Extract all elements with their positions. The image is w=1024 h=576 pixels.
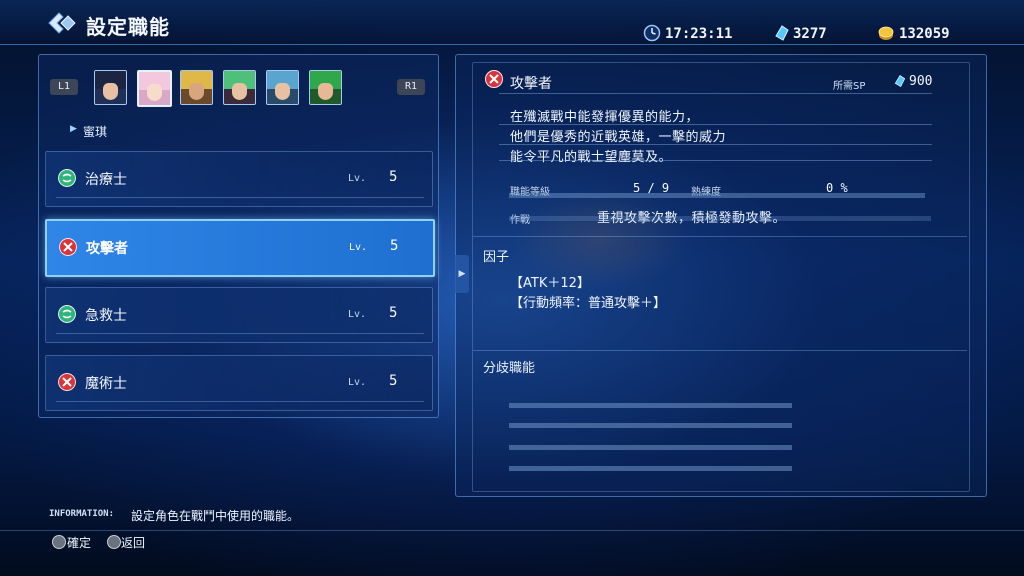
level-label: Lv.: [348, 173, 367, 184]
row-divider: [56, 197, 424, 198]
information-tag: INFORMATION:: [49, 509, 115, 519]
level-label: Lv.: [349, 242, 368, 253]
row-divider: [56, 401, 424, 402]
character-portrait-6[interactable]: [309, 70, 342, 105]
detail-job-title: 攻擊者: [510, 76, 552, 92]
back-label[interactable]: 返回: [121, 534, 145, 551]
branch-jobs-heading: 分歧職能: [483, 361, 536, 376]
attack-icon: [485, 70, 503, 88]
play-time: 17:23:11: [665, 26, 733, 42]
clock-icon: [643, 24, 661, 42]
level-label: Lv.: [348, 309, 367, 320]
job-row-magician[interactable]: 魔術士 Lv. 5: [45, 355, 433, 411]
character-portrait-2[interactable]: [137, 70, 172, 107]
description-line: 他們是優秀的近戰英雄，一擊的威力: [510, 130, 727, 145]
attack-icon: [59, 238, 77, 256]
job-row-attacker[interactable]: 攻擊者 Lv. 5: [45, 219, 435, 277]
gold-count: 132059: [899, 26, 950, 42]
gold-coin-icon: [878, 26, 894, 40]
description-line: 在殲滅戰中能發揮優異的能力，: [510, 110, 700, 125]
l1-button[interactable]: L1: [50, 79, 78, 95]
tactic-underline-bar: [509, 216, 931, 221]
information-text: 設定角色在戰鬥中使用的職能。: [131, 509, 300, 523]
row-divider: [56, 333, 424, 334]
branch-job-slot-empty: [509, 423, 792, 428]
diamond-menu-icon: [48, 12, 76, 34]
page-title: 設定職能: [86, 15, 170, 39]
underline: [499, 124, 932, 125]
attack-icon: [58, 373, 76, 391]
job-name: 攻擊者: [86, 241, 128, 257]
level-label: Lv.: [348, 377, 367, 388]
confirm-label[interactable]: 確定: [67, 534, 91, 551]
description-line: 能令平凡的戰士望塵莫及。: [510, 150, 673, 165]
heal-icon: [58, 169, 76, 187]
character-portrait-4[interactable]: [223, 70, 256, 105]
underline: [499, 160, 932, 161]
branch-job-slot-empty: [509, 466, 792, 471]
footer-divider: [0, 530, 1024, 531]
branch-job-slot-empty: [509, 403, 792, 408]
stat-underline-bar: [509, 193, 925, 198]
section-divider: [473, 350, 967, 351]
job-name: 治療士: [85, 172, 127, 188]
job-level: 5: [389, 305, 398, 321]
heal-icon: [58, 305, 76, 323]
character-portrait-3[interactable]: [180, 70, 213, 105]
section-divider: [473, 236, 967, 237]
crystal-count: 3277: [793, 26, 827, 42]
job-name: 急救士: [85, 308, 127, 324]
job-row-healer[interactable]: 治療士 Lv. 5: [45, 151, 433, 207]
character-portrait-5[interactable]: [266, 70, 299, 105]
job-level: 5: [390, 238, 399, 254]
character-portrait-1[interactable]: [94, 70, 127, 105]
job-level: 5: [389, 169, 398, 185]
crystal-icon: [775, 25, 789, 41]
job-name: 魔術士: [85, 376, 127, 392]
factor-item: 【行動頻率：普通攻擊＋】: [510, 296, 667, 311]
header-divider: [0, 44, 1024, 45]
circle-button-icon: [52, 535, 66, 549]
underline: [499, 144, 932, 145]
selected-character-arrow-icon: ▶: [70, 124, 77, 134]
factors-heading: 因子: [483, 250, 510, 265]
cross-button-icon: [107, 535, 121, 549]
branch-job-slot-empty: [509, 445, 792, 450]
underline: [499, 93, 932, 94]
selected-character-name: 蜜琪: [83, 125, 108, 139]
job-row-first-aid[interactable]: 急救士 Lv. 5: [45, 287, 433, 343]
expand-arrow-icon[interactable]: ▶: [455, 255, 469, 293]
sp-required-value: 900: [909, 74, 933, 89]
sp-required-label: 所需SP: [833, 81, 866, 92]
crystal-icon: [894, 75, 906, 87]
job-level: 5: [389, 373, 398, 389]
factor-item: 【ATK＋12】: [510, 276, 590, 291]
r1-button[interactable]: R1: [397, 79, 425, 95]
